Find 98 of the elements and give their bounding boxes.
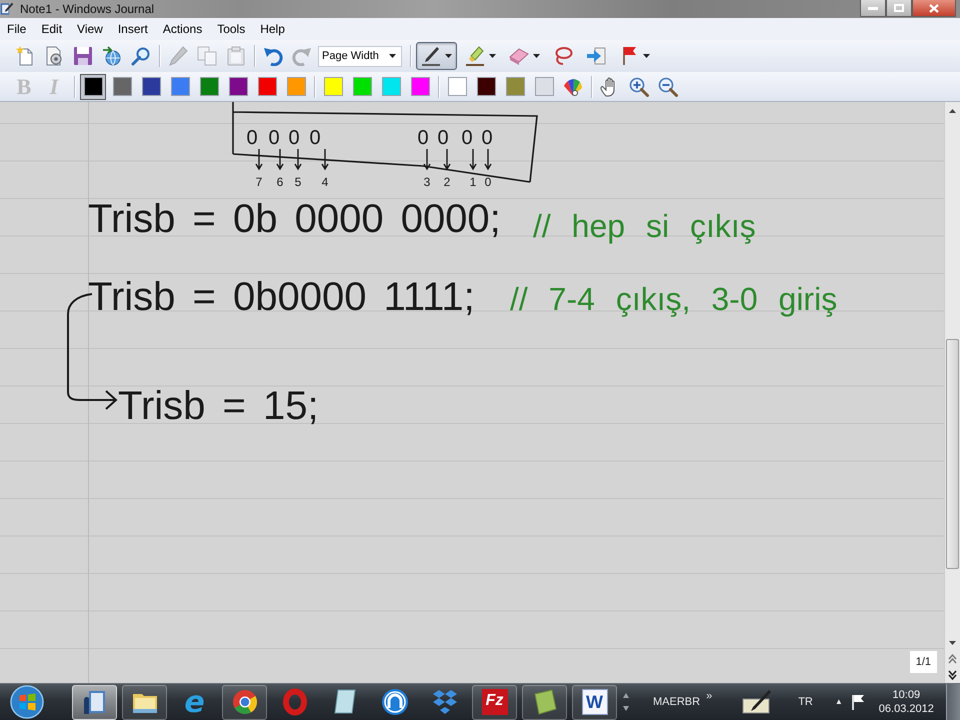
minimize-button[interactable] [860, 0, 886, 17]
bit-number: 0 [484, 175, 492, 189]
minimize-icon [868, 6, 878, 10]
eraser-icon [509, 46, 529, 66]
arch-circle-icon [380, 688, 408, 716]
toolbar-chevron[interactable]: » [706, 688, 712, 704]
copy-icon [197, 46, 217, 66]
app-logo: e [184, 689, 205, 715]
language-indicator[interactable]: TR [798, 694, 813, 710]
bit-number: 1 [470, 175, 476, 189]
handwritten-comment: // hep si çıkış [533, 207, 756, 246]
menu-item[interactable]: Actions [156, 20, 208, 38]
down-arrow [469, 148, 477, 170]
bit-value: 0 [268, 127, 280, 149]
caret-icon [533, 54, 540, 58]
down-arrow [443, 148, 451, 170]
down-arrow [423, 148, 431, 170]
clock-date: 06.03.2012 [878, 702, 934, 716]
down-arrow-icon [949, 641, 956, 645]
taskbar-button[interactable]: W [572, 684, 617, 720]
bit-number: 7 [256, 175, 262, 189]
bit-number: 2 [444, 175, 450, 189]
app-logo: Fz [482, 689, 508, 715]
notebook-pen-icon [0, 2, 14, 16]
pen-tablet-icon [742, 689, 772, 715]
bit-value: 0 [437, 127, 449, 149]
down-arrow [321, 148, 329, 170]
menu-item[interactable]: Help [254, 20, 291, 38]
bit-value: 0 [309, 127, 321, 149]
caret-icon [445, 54, 452, 58]
pen-icon [421, 46, 441, 66]
menu-item[interactable]: Edit [35, 20, 68, 38]
bit-value: 0 [417, 127, 429, 149]
menu-item[interactable]: Insert [112, 20, 154, 38]
zoom-dropdown[interactable]: Page Width [318, 46, 402, 66]
app-logo: W [582, 689, 608, 715]
taskbar-button[interactable] [72, 684, 117, 720]
double-up-icon [948, 654, 957, 664]
down-arrow [484, 148, 492, 170]
bit-value: 0 [246, 127, 258, 149]
maximize-button[interactable] [886, 0, 912, 17]
orb-icon [10, 685, 44, 719]
bit-number: 5 [294, 175, 302, 189]
caret-icon [643, 54, 650, 58]
zoom-out-icon [658, 76, 678, 96]
double-down-icon [948, 670, 957, 680]
flag-icon [850, 694, 865, 710]
taskbar-button[interactable]: e [172, 684, 217, 720]
down-arrow [276, 148, 284, 170]
color-fan-icon [563, 76, 583, 96]
highlighter-icon [465, 46, 485, 66]
new-page-icon [15, 46, 35, 66]
ring-icon [280, 688, 308, 716]
handwritten-code: Trisb = 15; [118, 383, 319, 430]
bit-number: 3 [424, 175, 430, 189]
zoom-in-icon [629, 76, 649, 96]
page-gear-icon [44, 46, 64, 66]
bit-number: 4 [322, 175, 328, 189]
window-title: Note1 - Windows Journal [20, 1, 154, 18]
taskbar-button[interactable] [222, 684, 267, 720]
down-arrow [255, 148, 263, 170]
handwritten-code: Trisb = 0b0000 1111; [88, 274, 475, 321]
caret-icon [389, 54, 396, 58]
close-button[interactable] [912, 0, 956, 17]
maximize-icon [894, 4, 904, 12]
diamonds-icon [430, 688, 458, 716]
menu-item[interactable]: Tools [211, 20, 252, 38]
clock-time: 10:09 [892, 688, 920, 702]
show-hidden-icons[interactable]: ▲ [834, 696, 843, 708]
undo-icon [263, 46, 283, 66]
zoom-value: Page Width [322, 48, 379, 64]
bit-value: 0 [461, 127, 473, 149]
scroll-arrows-icon [623, 693, 629, 712]
search-icon [131, 46, 151, 66]
redo-icon [292, 46, 312, 66]
pencil-icon [168, 46, 188, 66]
lasso-icon [553, 46, 573, 66]
tool-button[interactable] [416, 42, 457, 70]
handwritten-code: Trisb = 0b 0000 0000; [88, 196, 501, 243]
menu-item[interactable]: File [1, 20, 32, 38]
bit-number: 6 [276, 175, 284, 189]
up-arrow-icon [949, 108, 956, 112]
clipboard-icon [226, 46, 246, 66]
bit-value: 0 [288, 127, 300, 149]
taskbar-button[interactable] [122, 684, 167, 720]
down-arrow [294, 148, 302, 170]
handwritten-comment: // 7-4 çıkış, 3-0 giriş [510, 280, 838, 319]
page-indicator: 1/1 [910, 650, 937, 673]
toolbar-label: MAERBR [653, 694, 700, 710]
close-icon [929, 4, 939, 12]
segmented-circle-icon [230, 688, 258, 716]
caret-icon [489, 54, 496, 58]
bit-value: 0 [481, 127, 493, 149]
scroll-thumb[interactable] [946, 339, 959, 569]
globe-arrow-icon [102, 46, 122, 66]
taskbar-button[interactable]: Fz [472, 684, 517, 720]
menu-item[interactable]: View [71, 20, 109, 38]
page-arrow-icon [586, 46, 606, 66]
